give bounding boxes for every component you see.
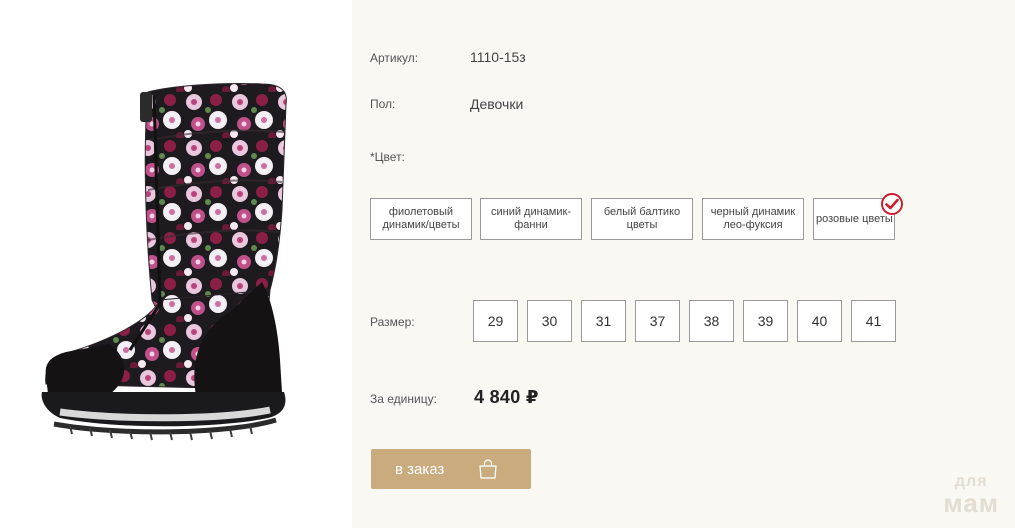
gender-value: Девочки xyxy=(470,96,524,112)
size-option-39[interactable]: 39 xyxy=(743,300,788,342)
shopping-bag-icon xyxy=(479,459,497,479)
color-option-line1: белый балтико xyxy=(603,206,681,218)
color-option-line2: динамик/цветы xyxy=(382,219,460,231)
add-to-order-label: в заказ xyxy=(395,460,445,478)
color-option-text: фиолетовый динамик/цветы xyxy=(382,206,459,232)
product-boot-image[interactable] xyxy=(0,0,352,528)
color-option-line2: фанни xyxy=(514,219,548,231)
size-option-29[interactable]: 29 xyxy=(473,300,518,342)
color-label: *Цвет: xyxy=(370,150,405,164)
color-option-line1: синий динамик- xyxy=(490,206,571,218)
size-option-31[interactable]: 31 xyxy=(581,300,626,342)
size-option-41[interactable]: 41 xyxy=(851,300,896,342)
size-option-30[interactable]: 30 xyxy=(527,300,572,342)
color-option-white[interactable]: белый балтико цветы xyxy=(591,198,693,240)
color-option-text: белый балтико цветы xyxy=(604,206,680,232)
product-image-panel xyxy=(0,0,352,528)
price-value: 4 840 ₽ xyxy=(474,387,539,407)
color-option-text: черный динамик лео-фуксия xyxy=(711,206,795,232)
add-to-order-button[interactable]: в заказ xyxy=(371,449,531,489)
color-option-line2: цветы xyxy=(626,219,658,231)
price-label: За единицу: xyxy=(370,392,437,406)
size-option-40[interactable]: 40 xyxy=(797,300,842,342)
size-option-37[interactable]: 37 xyxy=(635,300,680,342)
article-label: Артикул: xyxy=(370,51,419,65)
color-option-violet[interactable]: фиолетовый динамик/цветы xyxy=(370,198,472,240)
site-watermark: для мам xyxy=(943,474,999,518)
size-label: Размер: xyxy=(370,315,415,329)
color-option-line2: лео-фуксия xyxy=(723,219,783,231)
color-option-blue[interactable]: синий динамик-фанни xyxy=(480,198,582,240)
product-info-panel: Артикул: 1110-15з Пол: Девочки *Цвет: фи… xyxy=(352,0,1015,528)
color-option-line1: фиолетовый xyxy=(388,206,454,218)
gender-label: Пол: xyxy=(370,97,396,111)
watermark-line2: мам xyxy=(943,488,999,518)
color-option-text: синий динамик-фанни xyxy=(491,206,571,232)
selected-check-icon xyxy=(881,193,903,215)
color-option-black[interactable]: черный динамик лео-фуксия xyxy=(702,198,804,240)
color-option-line1: черный динамик xyxy=(710,206,796,218)
size-option-38[interactable]: 38 xyxy=(689,300,734,342)
article-value: 1110-15з xyxy=(470,49,526,65)
